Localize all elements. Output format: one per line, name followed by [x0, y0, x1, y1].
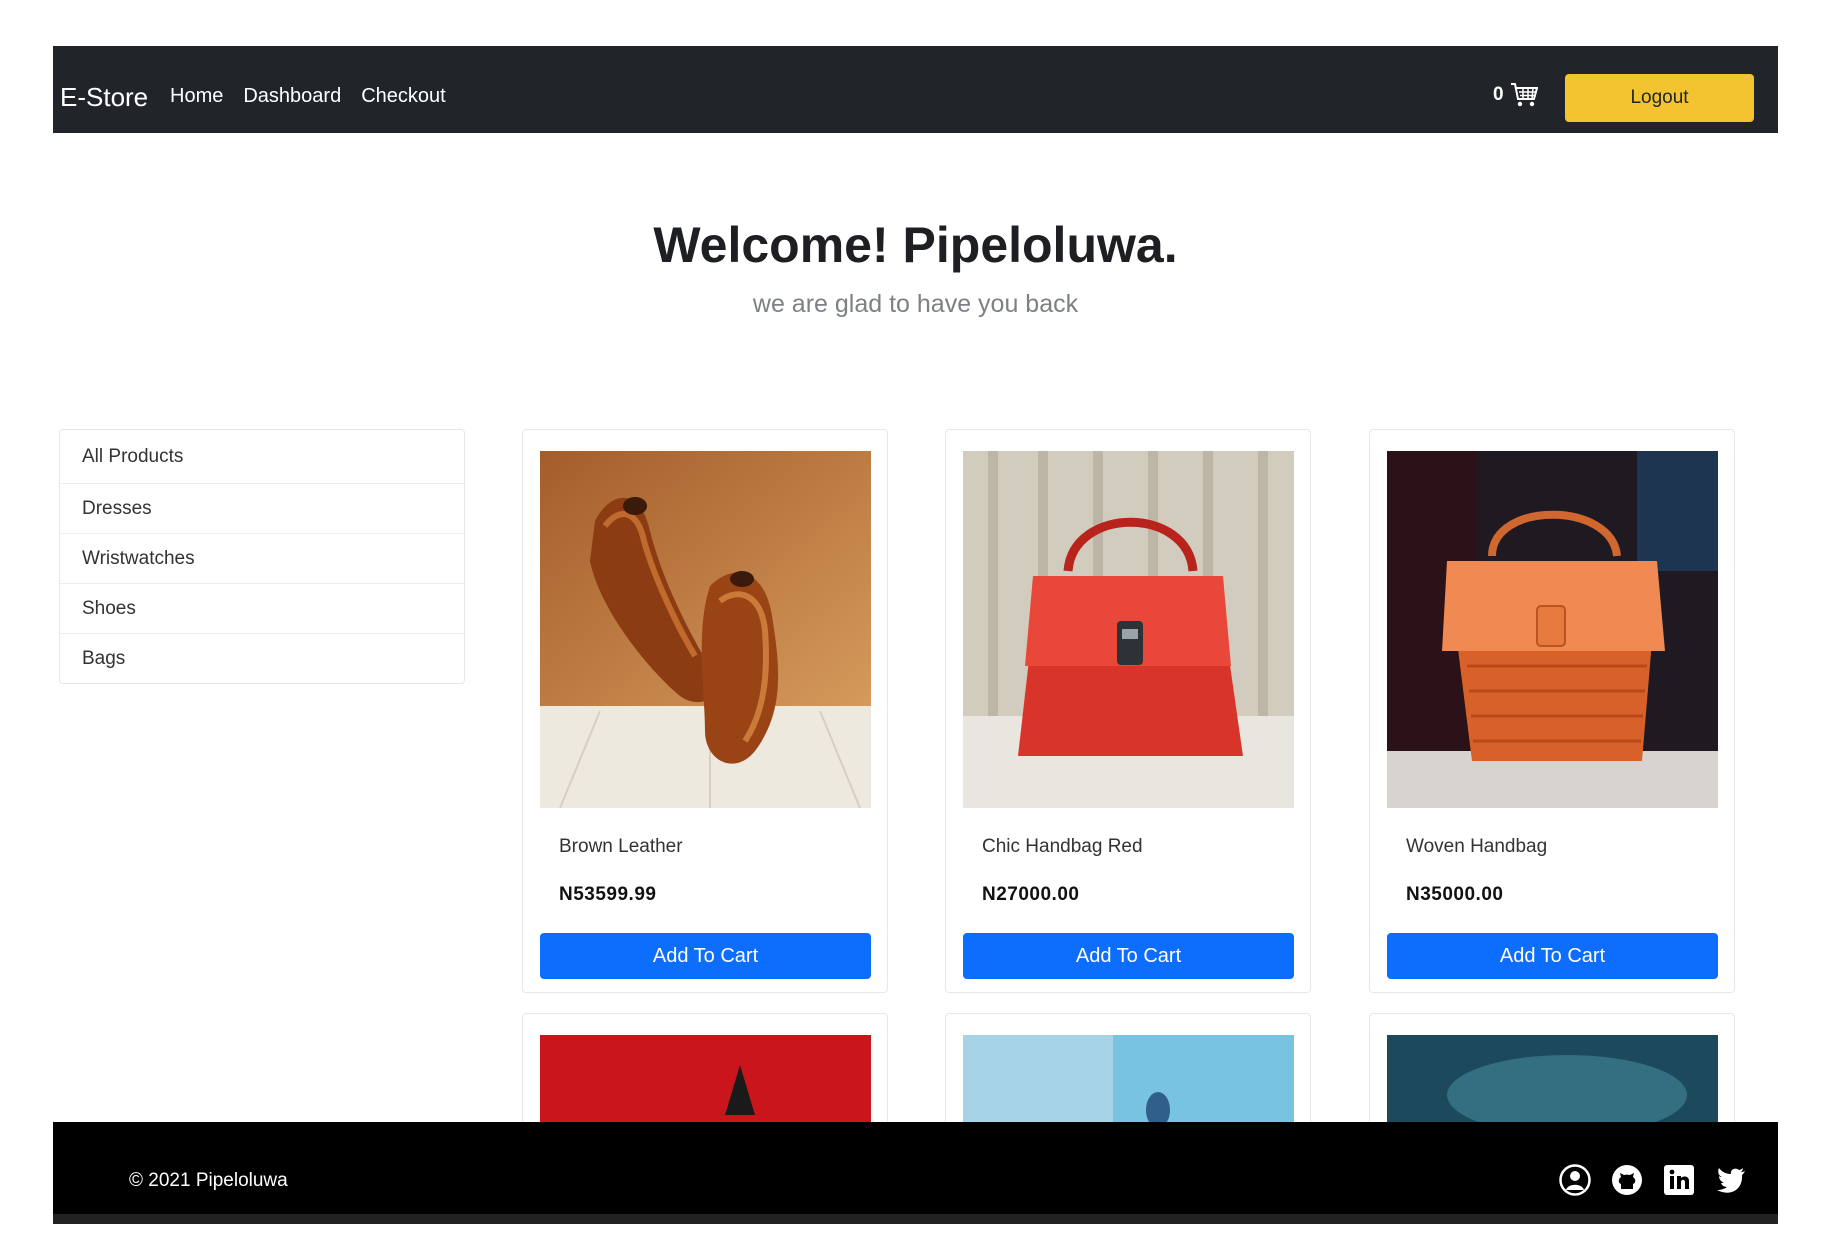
twitter-icon[interactable] — [1714, 1163, 1748, 1197]
cart-count: 0 — [1493, 84, 1504, 105]
product-image-brown-leather-shoes[interactable] — [540, 451, 871, 808]
category-wristwatches[interactable]: Wristwatches — [60, 533, 464, 583]
product-card: Brown Leather N53599.99 Add To Cart — [522, 429, 888, 993]
category-shoes[interactable]: Shoes — [60, 583, 464, 633]
product-card: Chic Handbag Red N27000.00 Add To Cart — [945, 429, 1311, 993]
add-to-cart-button[interactable]: Add To Cart — [963, 933, 1294, 979]
nav-link-dashboard[interactable]: Dashboard — [243, 85, 341, 108]
product-price: N27000.00 — [982, 884, 1080, 905]
category-list: All Products Dresses Wristwatches Shoes … — [59, 429, 465, 684]
product-price: N53599.99 — [559, 884, 657, 905]
cart-indicator[interactable]: 0 — [1493, 82, 1538, 108]
welcome-subtitle: we are glad to have you back — [752, 290, 1079, 318]
user-circle-icon[interactable] — [1558, 1163, 1592, 1197]
product-price: N35000.00 — [1406, 884, 1504, 905]
cart-icon — [1510, 82, 1538, 108]
product-name: Woven Handbag — [1406, 836, 1548, 857]
github-icon[interactable] — [1610, 1163, 1644, 1197]
product-card: Woven Handbag N35000.00 Add To Cart — [1369, 429, 1735, 993]
welcome-title: Welcome! Pipeloluwa. — [653, 217, 1178, 273]
nav-link-checkout[interactable]: Checkout — [361, 85, 446, 108]
footer: © 2021 Pipeloluwa — [53, 1122, 1778, 1224]
add-to-cart-button[interactable]: Add To Cart — [540, 933, 871, 979]
linkedin-icon[interactable] — [1662, 1163, 1696, 1197]
product-name: Brown Leather — [559, 836, 683, 857]
app-window: E-Store Home Dashboard Checkout 0 Logout… — [53, 46, 1778, 1224]
copyright-text: © 2021 Pipeloluwa — [129, 1170, 288, 1191]
category-all-products[interactable]: All Products — [60, 430, 464, 483]
product-image-woven-orange-handbag[interactable] — [1387, 451, 1718, 808]
category-bags[interactable]: Bags — [60, 633, 464, 683]
product-name: Chic Handbag Red — [982, 836, 1143, 857]
category-dresses[interactable]: Dresses — [60, 483, 464, 533]
social-links — [1558, 1163, 1748, 1197]
product-image-red-handbag[interactable] — [963, 451, 1294, 808]
navbar: E-Store Home Dashboard Checkout 0 Logout — [53, 46, 1778, 133]
footer-bottom-bar — [53, 1214, 1778, 1224]
logout-button[interactable]: Logout — [1565, 74, 1754, 122]
brand-logo[interactable]: E-Store — [60, 82, 148, 113]
nav-links: Home Dashboard Checkout — [170, 85, 446, 108]
nav-link-home[interactable]: Home — [170, 85, 223, 108]
add-to-cart-button[interactable]: Add To Cart — [1387, 933, 1718, 979]
